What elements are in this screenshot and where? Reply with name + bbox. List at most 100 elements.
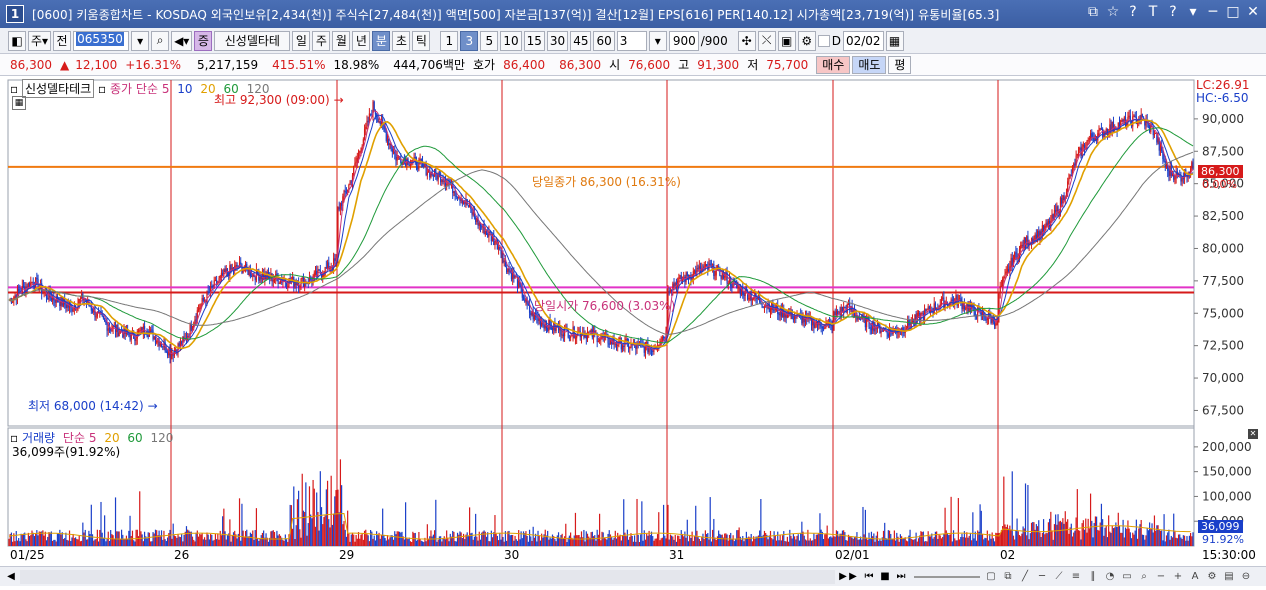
- gear-icon[interactable]: ⚙: [1205, 569, 1219, 585]
- settings-icon[interactable]: ⚙: [797, 30, 816, 51]
- volume-bar: [686, 519, 688, 546]
- volume-bar: [490, 530, 492, 546]
- play-icon[interactable]: ▶: [846, 569, 860, 585]
- chart-canvas[interactable]: 90,00087,50085,00082,50080,00077,50075,0…: [0, 76, 1266, 566]
- stock-badge-icon[interactable]: 증: [194, 30, 213, 51]
- tab-minute[interactable]: 분: [372, 30, 391, 51]
- tool-line-icon[interactable]: ╱: [1018, 569, 1032, 585]
- close-button[interactable]: ✕: [1246, 4, 1260, 20]
- tab-week[interactable]: 주: [312, 30, 331, 51]
- calendar-icon[interactable]: ▦: [885, 30, 904, 51]
- grid-toggle-icon[interactable]: ▦: [12, 96, 26, 110]
- layout-icon[interactable]: ▤: [1222, 569, 1236, 585]
- code-dropdown-icon[interactable]: ▾: [131, 30, 150, 51]
- tool-hline-icon[interactable]: ─: [1035, 569, 1049, 585]
- volume-bar: [612, 539, 614, 546]
- chart-layout-icon[interactable]: ◧: [8, 30, 26, 51]
- tool-select-icon[interactable]: ▢: [984, 569, 998, 585]
- minute-option-60[interactable]: 60: [593, 30, 615, 51]
- volume-bar: [374, 540, 377, 546]
- tool-channel-icon[interactable]: ∥: [1086, 569, 1100, 585]
- volume-bar: [467, 536, 469, 546]
- tab-month[interactable]: 월: [332, 30, 351, 51]
- tool-fib-icon[interactable]: ≡: [1069, 569, 1083, 585]
- volume-bar: [1114, 527, 1116, 546]
- close-panel-icon[interactable]: ✕: [1248, 429, 1258, 439]
- volume-bar: [916, 541, 918, 546]
- text-tool-icon[interactable]: A: [1188, 569, 1202, 585]
- rewind-icon[interactable]: ⏮: [862, 569, 876, 585]
- tab-day[interactable]: 일: [292, 30, 311, 51]
- prev-button[interactable]: 전: [53, 30, 72, 51]
- tool-cycle-icon[interactable]: ◔: [1103, 569, 1117, 585]
- minute-option-45[interactable]: 45: [570, 30, 592, 51]
- volume-bar: [1042, 519, 1045, 546]
- zoom-in-icon[interactable]: +: [1171, 569, 1185, 585]
- tab-year[interactable]: 년: [352, 30, 371, 51]
- volume-bar: [1140, 519, 1142, 546]
- restore-icon[interactable]: ⧉: [1086, 4, 1100, 20]
- save-icon[interactable]: ▣: [777, 30, 796, 51]
- info-icon[interactable]: ?: [1166, 4, 1180, 20]
- sell-button[interactable]: 매도: [852, 55, 887, 74]
- volume-bar: [1004, 524, 1006, 546]
- price-legend-name[interactable]: 신성델타테크: [21, 79, 95, 98]
- date-checkbox[interactable]: [817, 34, 830, 47]
- minute-option-1[interactable]: 1: [440, 30, 459, 51]
- candle-body: [1182, 178, 1184, 180]
- volume: 5,217,159: [197, 57, 259, 72]
- favorite-icon[interactable]: ☆: [1106, 4, 1120, 20]
- trash-icon[interactable]: ⊖: [1239, 569, 1253, 585]
- zoom-out-icon[interactable]: −: [1154, 569, 1168, 585]
- minute-option-15[interactable]: 15: [523, 30, 545, 51]
- fast-forward-icon[interactable]: ⏭: [894, 569, 908, 585]
- chart-scroll-bar[interactable]: ◀ ▶ ▶ ⏮ ■ ⏭ ▢ ⧉ ╱ ─ ⟋ ≡ ∥ ◔ ▭ ⌕ − + A ⚙ …: [0, 566, 1266, 586]
- count-input[interactable]: 900: [668, 30, 699, 51]
- period-dropdown[interactable]: 주 ▾: [28, 30, 52, 51]
- stock-code-input[interactable]: 065350: [73, 30, 130, 51]
- tool-trend-icon[interactable]: ⟋: [1052, 569, 1066, 585]
- minute-option-30[interactable]: 30: [546, 30, 569, 51]
- candle-body: [91, 310, 94, 313]
- volume-bar: [549, 537, 551, 546]
- scroll-track[interactable]: [20, 569, 835, 584]
- volume-bar: [28, 535, 31, 546]
- help-icon[interactable]: ?: [1126, 4, 1140, 20]
- legend-toggle-icon[interactable]: ▫: [10, 82, 18, 96]
- speed-slider[interactable]: [914, 576, 980, 578]
- volume-bar: [455, 541, 457, 546]
- search-icon[interactable]: ⌕: [151, 30, 170, 51]
- minute-option-10[interactable]: 10: [500, 30, 522, 51]
- tool-copy-icon[interactable]: ⧉: [1001, 569, 1015, 585]
- legend-toggle-icon[interactable]: ▫: [98, 82, 106, 96]
- minute-option-5[interactable]: 5: [480, 30, 499, 51]
- date-input[interactable]: 02/02: [842, 30, 884, 51]
- tab-second[interactable]: 초: [392, 30, 411, 51]
- chart-area[interactable]: 90,000 87,500 85,000 82,500 80,000 77,500 75,0…: [0, 76, 1266, 566]
- stop-icon[interactable]: ■: [878, 569, 892, 585]
- minute-input[interactable]: 3: [616, 30, 647, 51]
- candle-body: [432, 175, 434, 177]
- audio-icon[interactable]: ◀▾: [171, 30, 193, 51]
- zoom-search-icon[interactable]: ⌕: [1137, 569, 1151, 585]
- minute-option-3[interactable]: 3: [460, 30, 479, 51]
- buy-button[interactable]: 매수: [816, 55, 851, 74]
- scroll-left-icon[interactable]: ◀: [4, 569, 18, 585]
- volume-bar: [310, 514, 312, 546]
- tab-tick[interactable]: 틱: [412, 30, 431, 51]
- crosshair-icon[interactable]: ✣: [737, 30, 756, 51]
- font-icon[interactable]: T: [1146, 4, 1160, 20]
- volume-bar: [287, 541, 289, 546]
- stock-name-field[interactable]: 신성델타테: [214, 30, 291, 51]
- tool-box-icon[interactable]: ▭: [1120, 569, 1134, 585]
- volume-bar: [403, 539, 406, 546]
- maximize-button[interactable]: □: [1226, 4, 1240, 20]
- minute-dropdown-icon[interactable]: ▾: [648, 30, 667, 51]
- menu-icon[interactable]: ▾: [1186, 4, 1200, 20]
- minimize-button[interactable]: ─: [1206, 4, 1220, 20]
- volume-bar: [1188, 535, 1190, 546]
- volume-bar: [22, 533, 25, 546]
- average-button[interactable]: 평: [888, 55, 912, 74]
- volume-bar: [94, 539, 96, 546]
- indicator-icon[interactable]: ⤬: [757, 30, 776, 51]
